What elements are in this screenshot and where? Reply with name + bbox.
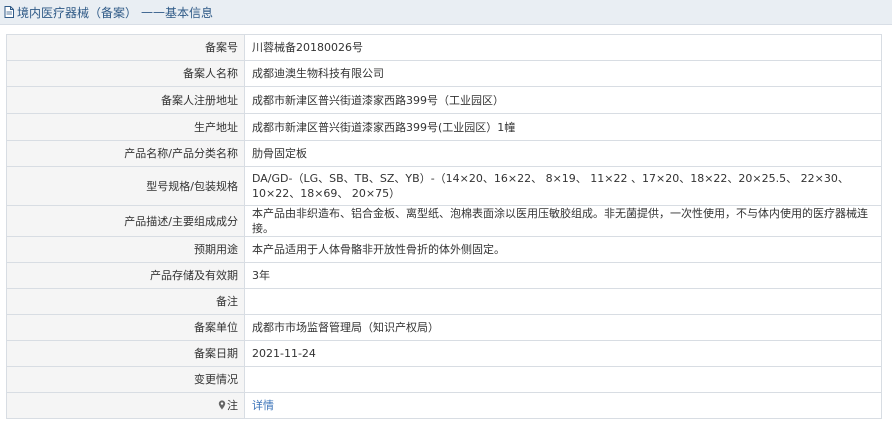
details-link[interactable]: 详情 [252, 399, 274, 412]
row-label: 备案人名称 [6, 60, 245, 87]
row-value: 成都市新津区普兴街道漆家西路399号(工业园区）1幢 [244, 113, 882, 141]
row-value: 成都迪澳生物科技有限公司 [244, 60, 882, 87]
table-row: 备案号 川蓉械备20180026号 [6, 34, 882, 61]
table-row: 型号规格/包装规格 DA/GD-（LG、SB、TB、SZ、YB）-（14×20、… [6, 166, 882, 206]
row-label: 产品存储及有效期 [6, 262, 245, 289]
row-value: 川蓉械备20180026号 [244, 34, 882, 61]
document-icon [4, 6, 14, 18]
row-value [244, 366, 882, 393]
row-label: 型号规格/包装规格 [6, 166, 245, 206]
table-row: 备案人注册地址 成都市新津区普兴街道漆家西路399号（工业园区） [6, 86, 882, 114]
row-label: 产品名称/产品分类名称 [6, 140, 245, 167]
row-label: 生产地址 [6, 113, 245, 141]
row-label: 产品描述/主要组成成分 [6, 205, 245, 237]
row-value: 本产品适用于人体骨骼非开放性骨折的体外侧固定。 [244, 236, 882, 263]
record-table: 备案号 川蓉械备20180026号 备案人名称 成都迪澳生物科技有限公司 备案人… [6, 34, 882, 419]
row-value: 本产品由非织造布、铝合金板、离型纸、泡棉表面涂以医用压敏胶组成。非无菌提供，一次… [244, 205, 882, 237]
row-label: 备案号 [6, 34, 245, 61]
section-title: 境内医疗器械（备案） [17, 5, 138, 20]
row-value: 肋骨固定板 [244, 140, 882, 167]
table-row: 备案日期 2021-11-24 [6, 340, 882, 367]
row-value: 3年 [244, 262, 882, 289]
table-row: 生产地址 成都市新津区普兴街道漆家西路399号(工业园区）1幢 [6, 113, 882, 141]
row-label: 变更情况 [6, 366, 245, 393]
table-row: 预期用途 本产品适用于人体骨骼非开放性骨折的体外侧固定。 [6, 236, 882, 263]
table-row: 产品描述/主要组成成分 本产品由非织造布、铝合金板、离型纸、泡棉表面涂以医用压敏… [6, 205, 882, 237]
row-value: 2021-11-24 [244, 340, 882, 367]
row-label: 备案人注册地址 [6, 86, 245, 114]
note-label-cell: 注 [6, 392, 245, 419]
row-label: 备案单位 [6, 314, 245, 341]
table-row: 产品名称/产品分类名称 肋骨固定板 [6, 140, 882, 167]
row-value: DA/GD-（LG、SB、TB、SZ、YB）-（14×20、16×22、 8×1… [244, 166, 882, 206]
row-value: 成都市新津区普兴街道漆家西路399号（工业园区） [244, 86, 882, 114]
table-row: 备案单位 成都市市场监督管理局（知识产权局） [6, 314, 882, 341]
row-label: 备案日期 [6, 340, 245, 367]
row-value: 成都市市场监督管理局（知识产权局） [244, 314, 882, 341]
table-row: 变更情况 [6, 366, 882, 393]
title-separator: —— [141, 5, 166, 19]
row-label: 预期用途 [6, 236, 245, 263]
note-value-cell: 详情 [244, 392, 882, 419]
row-value [244, 288, 882, 315]
row-label: 备注 [6, 288, 245, 315]
page-header: 境内医疗器械（备案） —— 基本信息 [0, 0, 892, 25]
table-row: 注 详情 [6, 392, 882, 419]
note-label: 注 [227, 399, 238, 412]
table-row: 产品存储及有效期 3年 [6, 262, 882, 289]
table-row: 备注 [6, 288, 882, 315]
section-subtitle: 基本信息 [165, 5, 214, 20]
table-row: 备案人名称 成都迪澳生物科技有限公司 [6, 60, 882, 87]
pin-icon [218, 400, 226, 410]
